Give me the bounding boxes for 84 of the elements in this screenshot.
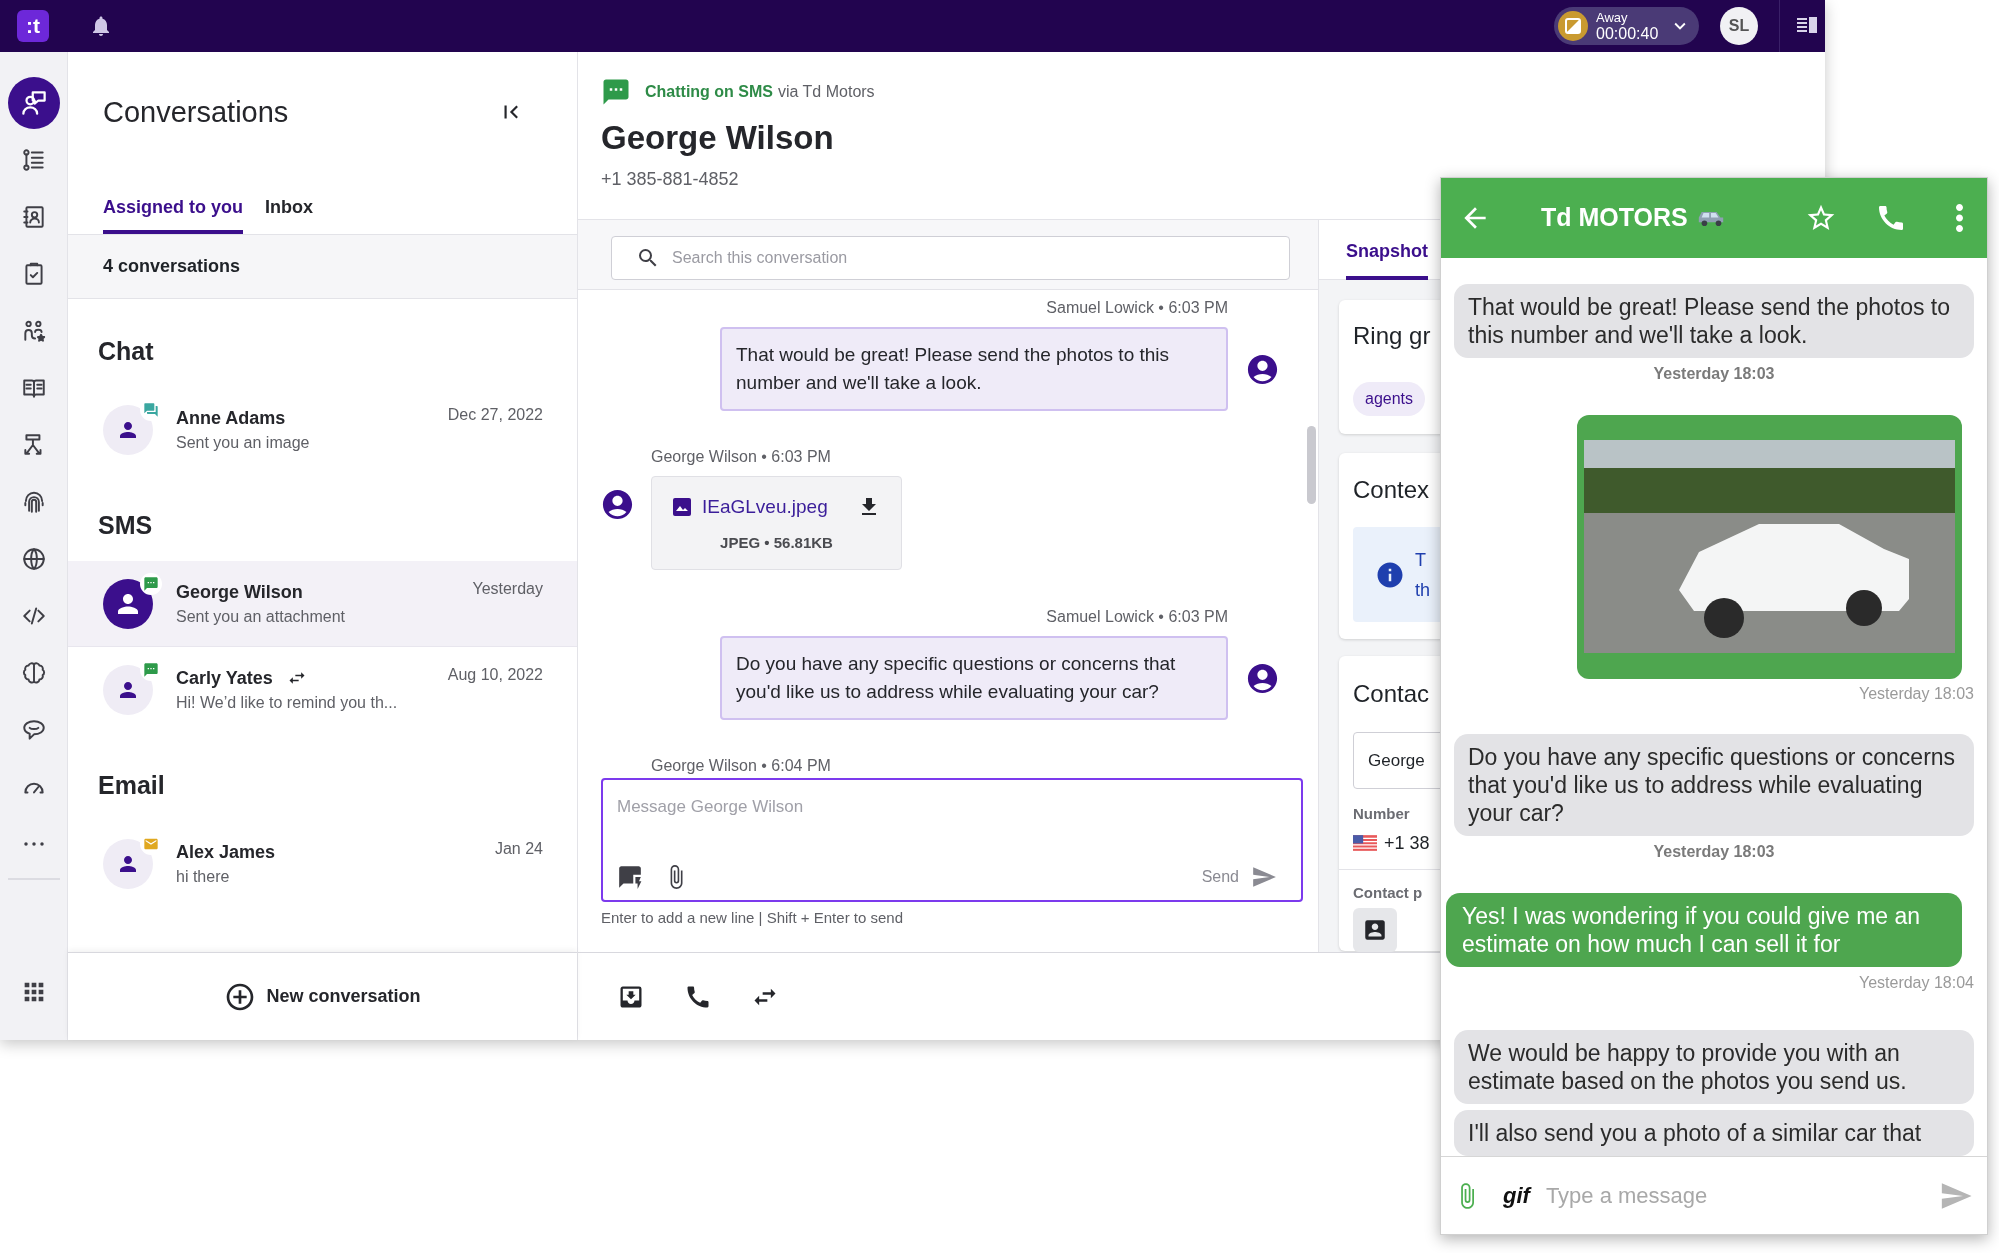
message-meta: George Wilson • 6:03 PM: [651, 447, 832, 467]
status-timer: 00:00:40: [1596, 25, 1659, 42]
received-bubble: I'll also send you a photo of a similar car that: [1454, 1110, 1974, 1156]
contact-phone: +1 385-881-4852: [601, 168, 740, 191]
group-tag: agents: [1353, 382, 1426, 416]
scrollbar-thumb[interactable]: [1307, 426, 1316, 504]
message-composer[interactable]: Message George Wilson Send: [601, 778, 1303, 902]
channel-source: via Td Motors: [778, 82, 875, 102]
globe-icon: [20, 545, 47, 572]
message-time: Yesterday 18:03: [1857, 684, 1974, 704]
field-label: Contact p: [1352, 882, 1424, 903]
contact-avatar-icon: [600, 487, 635, 522]
gif-button[interactable]: gif: [1503, 1179, 1530, 1212]
away-icon: [1558, 11, 1588, 41]
list-icon: [20, 146, 47, 173]
message-bubble: Do you have any specific questions or concerns that you'd like us to address while evaluating your car?: [720, 636, 1228, 720]
message-preview: hi there: [176, 867, 231, 887]
file-info: JPEG • 56.81KB: [720, 532, 833, 553]
card-title: Contex: [1353, 475, 1431, 505]
field-label: Number: [1352, 804, 1411, 824]
received-bubble: That would be great! Please send the photos to this number and we'll take a look.: [1454, 284, 1974, 358]
channel-label: Chatting on SMS: [645, 82, 773, 102]
status-label: Away: [1596, 10, 1629, 24]
conversation-count: 4 conversations: [103, 255, 241, 278]
card-title: Ring gr: [1353, 321, 1432, 351]
flag-icon: [1353, 835, 1377, 851]
info-text: T: [1415, 548, 1427, 572]
message-time: Yesterday 18:03: [1652, 842, 1776, 862]
new-conversation-button[interactable]: New conversation: [224, 980, 421, 1013]
conversation-date: Yesterday: [472, 579, 543, 599]
contact-number: +1 38: [1384, 831, 1430, 855]
section-heading: Email: [97, 770, 166, 801]
quick-reply-button[interactable]: [617, 864, 643, 890]
message-meta: George Wilson • 6:04 PM: [651, 756, 832, 776]
message-time: Yesterday 18:04: [1857, 973, 1974, 993]
message-field[interactable]: Message George Wilson: [617, 794, 1287, 828]
message-preview: Sent you an attachment: [176, 606, 346, 627]
avatar-icon: [103, 578, 153, 629]
avatar-icon: [103, 839, 153, 889]
user-avatar[interactable]: SL: [1720, 7, 1758, 45]
search-field[interactable]: Search this conversation: [611, 236, 1290, 280]
message-preview: Hi! We’d like to remind you th...: [176, 693, 399, 713]
message-preview: Sent you an image: [176, 433, 311, 453]
message-meta: Samuel Lowick • 6:03 PM: [1046, 607, 1228, 627]
info-text: th: [1415, 578, 1430, 602]
message-time: Yesterday 18:03: [1652, 364, 1776, 384]
phone-title: Td MOTORS: [1541, 202, 1688, 234]
message-meta: Samuel Lowick • 6:03 PM: [1046, 298, 1228, 318]
composer-hint: Enter to add a new line | Shift + Enter to send: [601, 908, 904, 928]
status-selector[interactable]: Away 00:00:40: [1554, 7, 1699, 45]
contact-name: Alex James: [176, 841, 276, 864]
avatar-icon: [103, 665, 153, 715]
section-heading: Chat: [97, 336, 155, 367]
send-button[interactable]: Send: [1201, 864, 1277, 890]
app-logo[interactable]: :t: [17, 10, 49, 42]
conversation-date: Aug 10, 2022: [447, 665, 543, 685]
contact-name: Carly Yates: [176, 667, 273, 690]
send-icon: [1251, 864, 1277, 890]
image-file-icon: [672, 497, 692, 518]
contact-name: Anne Adams: [176, 407, 286, 430]
conversation-date: Jan 24: [494, 839, 543, 859]
received-bubble: We would be happy to provide you with an estimate based on the photos you send us.: [1454, 1030, 1974, 1104]
contact-title: George Wilson: [601, 118, 835, 158]
panel-title: Conversations: [103, 95, 289, 130]
brain-icon: [20, 659, 47, 686]
card-title: Contac: [1352, 679, 1431, 709]
message-icon: [140, 572, 162, 595]
message-bubble: That would be great! Please send the photos to this number and we'll take a look.: [720, 327, 1228, 411]
more-icon: [23, 841, 44, 846]
section-heading: SMS: [97, 510, 154, 541]
sms-channel-icon: [601, 77, 631, 107]
contact-person-icon[interactable]: [1353, 908, 1397, 952]
contact-name: George Wilson: [176, 580, 303, 604]
quick-reply-icon: [617, 864, 643, 890]
file-link[interactable]: IEaGLveu.jpeg: [702, 493, 828, 522]
conversation-row[interactable]: George Wilson Sent you an attachment Yesterday: [68, 561, 577, 647]
received-bubble: Do you have any specific questions or concerns that you'd like us to address while evaluating your car?: [1454, 734, 1974, 836]
avatar-icon: [103, 405, 153, 455]
message-field[interactable]: Type a message: [1545, 1179, 1939, 1212]
sent-bubble: Yes! I was wondering if you could give me an estimate on how much I can sell it for: [1446, 893, 1962, 967]
tab[interactable]: Inbox: [265, 180, 313, 234]
more-vertical-icon: [1955, 204, 1963, 232]
conversation-date: Dec 27, 2022: [447, 405, 543, 425]
contact-book-icon: [20, 203, 47, 230]
